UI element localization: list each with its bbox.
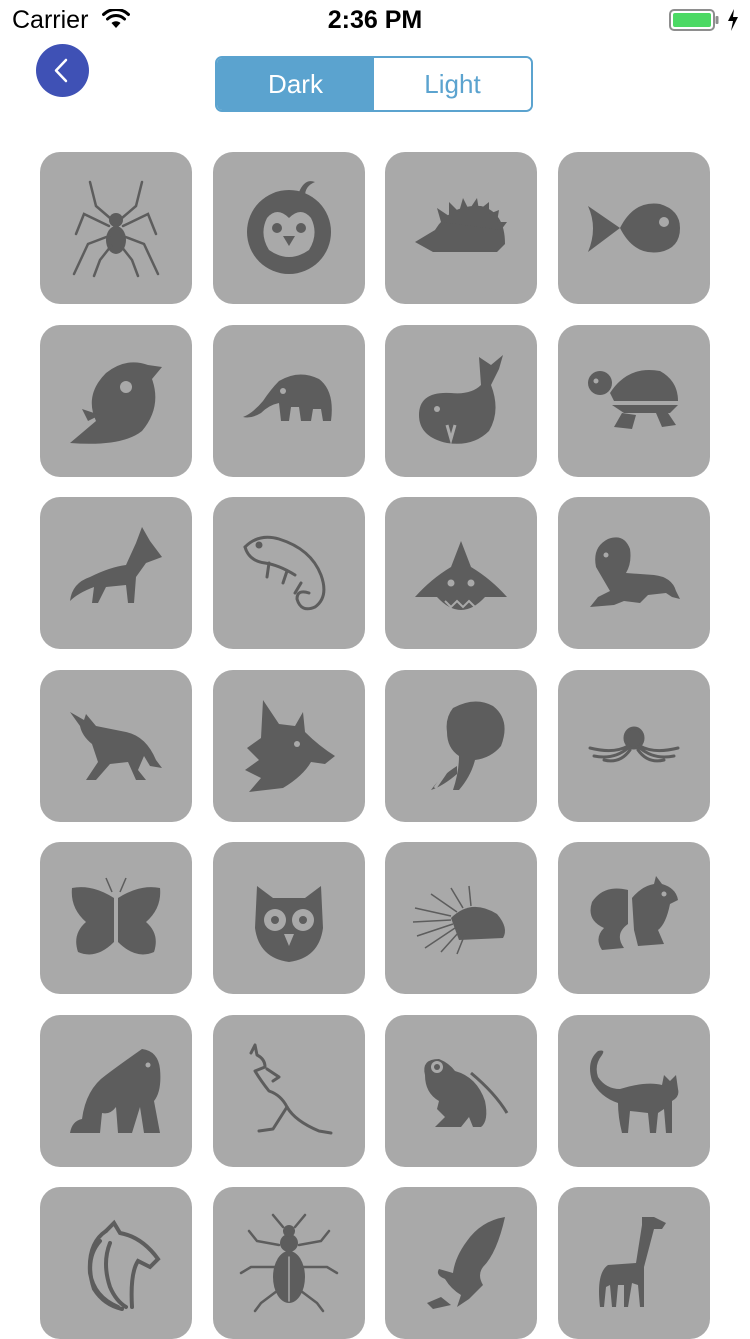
elephant-head-icon (431, 701, 505, 790)
elephant-icon (243, 374, 332, 421)
octopus-icon (588, 726, 680, 763)
turtle-icon (588, 369, 678, 429)
fox-icon (70, 527, 162, 603)
animal-tile[interactable] (213, 1015, 365, 1167)
animal-tile[interactable] (558, 325, 710, 477)
beetle-icon (239, 1213, 339, 1313)
animal-tile[interactable] (40, 325, 192, 477)
animal-tile[interactable] (385, 1015, 537, 1167)
animal-tile[interactable] (213, 497, 365, 649)
hedgehog-icon (415, 198, 507, 252)
frog-icon (424, 1059, 509, 1127)
segment-dark[interactable]: Dark (217, 58, 374, 110)
animal-tile[interactable] (40, 152, 192, 304)
animal-tile[interactable] (385, 497, 537, 649)
animal-tile[interactable] (385, 152, 537, 304)
animal-tile[interactable] (213, 152, 365, 304)
fish-icon (588, 203, 680, 253)
cat-icon (590, 1050, 679, 1133)
bird-icon (70, 362, 162, 444)
animal-tile[interactable] (213, 842, 365, 994)
giraffe-icon (599, 1217, 666, 1307)
animal-tile[interactable] (558, 152, 710, 304)
butterfly-icon (71, 877, 161, 955)
animal-tile[interactable] (558, 497, 710, 649)
wolf-icon (70, 712, 162, 780)
animal-tile[interactable] (385, 842, 537, 994)
squirrel-icon (590, 876, 678, 950)
animal-tile[interactable] (40, 670, 192, 822)
animal-tile[interactable] (558, 1015, 710, 1167)
charging-icon (728, 9, 738, 31)
animal-tile[interactable] (385, 1187, 537, 1339)
animal-tile[interactable] (213, 325, 365, 477)
animal-tile[interactable] (213, 1187, 365, 1339)
owl-icon (255, 886, 323, 962)
back-button[interactable] (36, 44, 89, 97)
animal-tile[interactable] (385, 325, 537, 477)
eagle-icon (427, 1217, 505, 1309)
animal-tile[interactable] (558, 842, 710, 994)
status-bar: Carrier 2:36 PM (0, 0, 750, 40)
whale-icon (419, 355, 503, 445)
chevron-left-icon (54, 58, 68, 83)
gorilla-icon (70, 1049, 161, 1133)
animal-tile[interactable] (40, 497, 192, 649)
penguin-icon (247, 181, 331, 274)
lion-icon (590, 537, 680, 607)
chameleon-icon (243, 535, 326, 611)
segment-light[interactable]: Light (374, 58, 531, 110)
spider-icon (72, 180, 160, 278)
animal-tile[interactable] (40, 842, 192, 994)
clock: 2:36 PM (327, 6, 423, 34)
animal-tile[interactable] (213, 670, 365, 822)
porcupine-icon (412, 885, 505, 955)
animal-tile[interactable] (558, 1187, 710, 1339)
animal-tile[interactable] (40, 1187, 192, 1339)
animal-tile[interactable] (558, 670, 710, 822)
theme-segmented-control: Dark Light (215, 56, 533, 112)
wolf-head-icon (245, 700, 335, 792)
animal-tile[interactable] (385, 670, 537, 822)
animal-tile[interactable] (40, 1015, 192, 1167)
battery-icon (669, 9, 719, 31)
shark-icon (415, 541, 507, 610)
horse-icon (87, 1219, 161, 1311)
kangaroo-icon (249, 1043, 333, 1135)
